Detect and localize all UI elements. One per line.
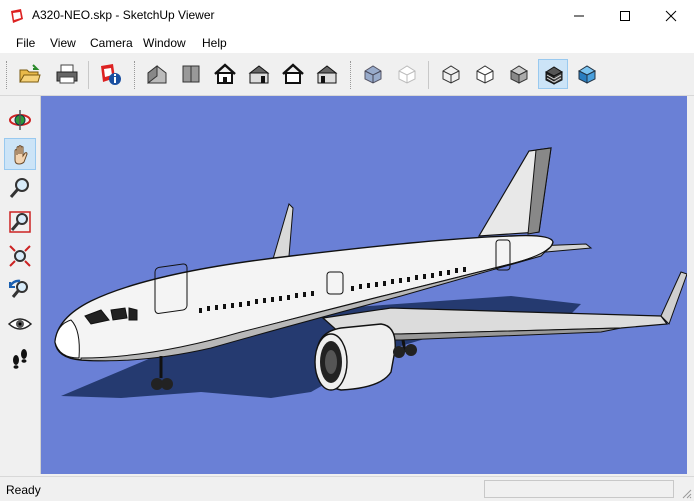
xray-icon (364, 65, 382, 84)
open-button[interactable] (14, 59, 44, 89)
hidden-line-button[interactable] (470, 59, 500, 89)
left-view-icon (316, 65, 338, 84)
look-around-button[interactable] (4, 308, 36, 340)
back-edges-button[interactable] (392, 59, 422, 89)
back-edges-icon (398, 65, 416, 84)
minimize-icon (574, 15, 584, 17)
menu-file[interactable]: File (16, 36, 35, 50)
look-around-icon (8, 318, 32, 330)
back-view-icon (282, 63, 304, 84)
toolbar-grip[interactable] (6, 61, 9, 89)
previous-view-icon (8, 279, 28, 298)
status-panel (484, 480, 674, 498)
print-icon (56, 64, 78, 84)
front-view-icon (214, 63, 236, 84)
right-view-icon (248, 65, 270, 84)
maximize-icon (620, 11, 630, 21)
zoom-icon (9, 178, 29, 198)
zoom-window-icon (9, 211, 31, 233)
status-bar: Ready (0, 476, 694, 501)
shaded-textures-icon (544, 66, 564, 85)
zoom-window-button[interactable] (4, 206, 36, 238)
status-text: Ready (6, 483, 41, 497)
zoom-extents-button[interactable] (4, 240, 36, 272)
minimize-button[interactable] (556, 0, 602, 31)
front-view-button[interactable] (210, 59, 240, 89)
toolbar-separator (88, 61, 89, 89)
shaded-button[interactable] (504, 59, 534, 89)
monochrome-icon (577, 65, 597, 84)
pan-icon (14, 145, 28, 165)
left-view-button[interactable] (312, 59, 342, 89)
main-toolbar (0, 53, 694, 96)
shaded-icon (509, 65, 529, 84)
print-button[interactable] (52, 59, 82, 89)
zoom-button[interactable] (4, 172, 36, 204)
pan-button[interactable] (4, 138, 36, 170)
toolbar-separator (428, 61, 429, 89)
wireframe-icon (442, 65, 460, 84)
close-button[interactable] (648, 0, 694, 31)
toolbar-grip[interactable] (350, 61, 353, 89)
close-icon (665, 10, 677, 22)
resize-grip-icon[interactable] (682, 489, 692, 499)
camera-toolbar (0, 96, 41, 474)
menu-bar: File View Camera Window Help (0, 31, 694, 53)
back-view-button[interactable] (278, 59, 308, 89)
menu-window[interactable]: Window (143, 36, 186, 50)
open-icon (19, 64, 41, 83)
menu-help[interactable]: Help (202, 36, 227, 50)
airplane-model (54, 147, 687, 398)
right-view-button[interactable] (244, 59, 274, 89)
menu-camera[interactable]: Camera (90, 36, 133, 50)
top-view-icon (182, 65, 200, 83)
hidden-line-icon (476, 65, 494, 84)
monochrome-button[interactable] (572, 59, 602, 89)
orbit-button[interactable] (4, 104, 36, 136)
top-view-button[interactable] (176, 59, 206, 89)
model-info-icon (101, 64, 121, 85)
menu-view[interactable]: View (50, 36, 76, 50)
sketchup-icon (9, 8, 25, 24)
shaded-textures-button[interactable] (538, 59, 568, 89)
window-title: A320-NEO.skp - SketchUp Viewer (32, 8, 215, 22)
walk-button[interactable] (4, 342, 36, 374)
iso-view-button[interactable] (142, 59, 172, 89)
title-bar[interactable]: A320-NEO.skp - SketchUp Viewer (0, 0, 694, 31)
model-info-button[interactable] (95, 59, 125, 89)
xray-button[interactable] (358, 59, 388, 89)
model-viewport[interactable] (41, 96, 687, 474)
iso-view-icon (147, 64, 167, 85)
zoom-extents-icon (9, 245, 31, 267)
wireframe-button[interactable] (436, 59, 466, 89)
orbit-icon (9, 110, 31, 130)
toolbar-grip[interactable] (134, 61, 137, 89)
walk-icon (13, 349, 27, 369)
maximize-button[interactable] (602, 0, 648, 31)
previous-view-button[interactable] (4, 274, 36, 306)
